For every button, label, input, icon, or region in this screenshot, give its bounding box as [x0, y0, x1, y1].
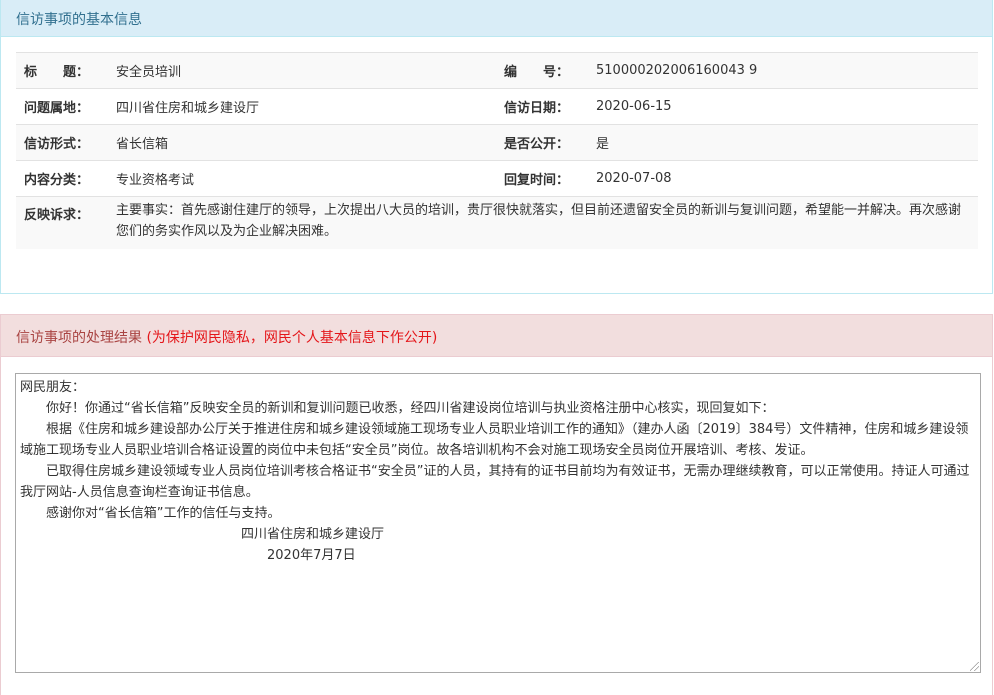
reply-date: 2020年7月7日: [20, 548, 356, 563]
reply-textarea[interactable]: 网民朋友： 你好！你通过“省长信箱”反映安全员的新训和复训问题已收悉，经四川省建…: [15, 373, 981, 673]
result-panel-title: 信访事项的处理结果: [16, 330, 142, 346]
basic-info-panel-title: 信访事项的基本信息: [1, 0, 992, 37]
location-label: 问题属地：: [16, 88, 116, 125]
info-row-form: 信访形式： 省长信箱 是否公开： 是: [16, 124, 978, 161]
public-value: 是: [596, 124, 978, 161]
reply-signature: 四川省住房和城乡建设厅: [20, 527, 385, 542]
privacy-note: (为保护网民隐私，网民个人基本信息下作公开): [146, 330, 438, 346]
reply-line: 已取得住房城乡建设领域专业人员岗位培训考核合格证书“安全员”证的人员，其持有的证…: [20, 464, 970, 500]
result-panel: 信访事项的处理结果 (为保护网民隐私，网民个人基本信息下作公开) 网民朋友： 你…: [0, 314, 993, 695]
reply-date-value: 2020-07-08: [596, 160, 978, 197]
category-label: 内容分类：: [16, 160, 116, 197]
reply-line: 你好！你通过“省长信箱”反映安全员的新训和复训问题已收悉，经四川省建设岗位培训与…: [20, 401, 775, 416]
reply-line: 根据《住房和城乡建设部办公厅关于推进住房和城乡建设领域施工现场专业人员职业培训工…: [20, 422, 969, 458]
result-panel-header: 信访事项的处理结果 (为保护网民隐私，网民个人基本信息下作公开): [1, 315, 992, 357]
info-row-request: 反映诉求： 主要事实：首先感谢住建厅的领导，上次提出八大员的培训，贵厅很快就落实…: [16, 196, 978, 249]
info-row-category: 内容分类： 专业资格考试 回复时间： 2020-07-08: [16, 160, 978, 197]
reply-line: 网民朋友：: [20, 380, 86, 395]
request-label: 反映诉求：: [16, 196, 116, 249]
petition-date-label: 信访日期：: [496, 88, 596, 125]
reply-date-label: 回复时间：: [496, 160, 596, 197]
petition-date-value: 2020-06-15: [596, 88, 978, 125]
info-row-title: 标 题： 安全员培训 编 号： 510000202006160043 9: [16, 52, 978, 89]
resize-grip-icon[interactable]: [970, 662, 979, 671]
form-label: 信访形式：: [16, 124, 116, 161]
basic-info-table: 标 题： 安全员培训 编 号： 510000202006160043 9 问题属…: [16, 52, 978, 249]
public-label: 是否公开：: [496, 124, 596, 161]
title-label: 标 题：: [16, 52, 116, 89]
location-value: 四川省住房和城乡建设厅: [116, 88, 496, 125]
info-row-location: 问题属地： 四川省住房和城乡建设厅 信访日期： 2020-06-15: [16, 88, 978, 125]
request-text: 主要事实：首先感谢住建厅的领导，上次提出八大员的培训，贵厅很快就落实，但目前还遗…: [116, 196, 978, 249]
number-value: 510000202006160043 9: [596, 52, 978, 89]
reply-line: 感谢你对“省长信箱”工作的信任与支持。: [20, 506, 281, 521]
number-label: 编 号：: [496, 52, 596, 89]
form-value: 省长信箱: [116, 124, 496, 161]
category-value: 专业资格考试: [116, 160, 496, 197]
basic-info-panel: 信访事项的基本信息 标 题： 安全员培训 编 号： 51000020200616…: [0, 0, 993, 294]
title-value: 安全员培训: [116, 52, 496, 89]
